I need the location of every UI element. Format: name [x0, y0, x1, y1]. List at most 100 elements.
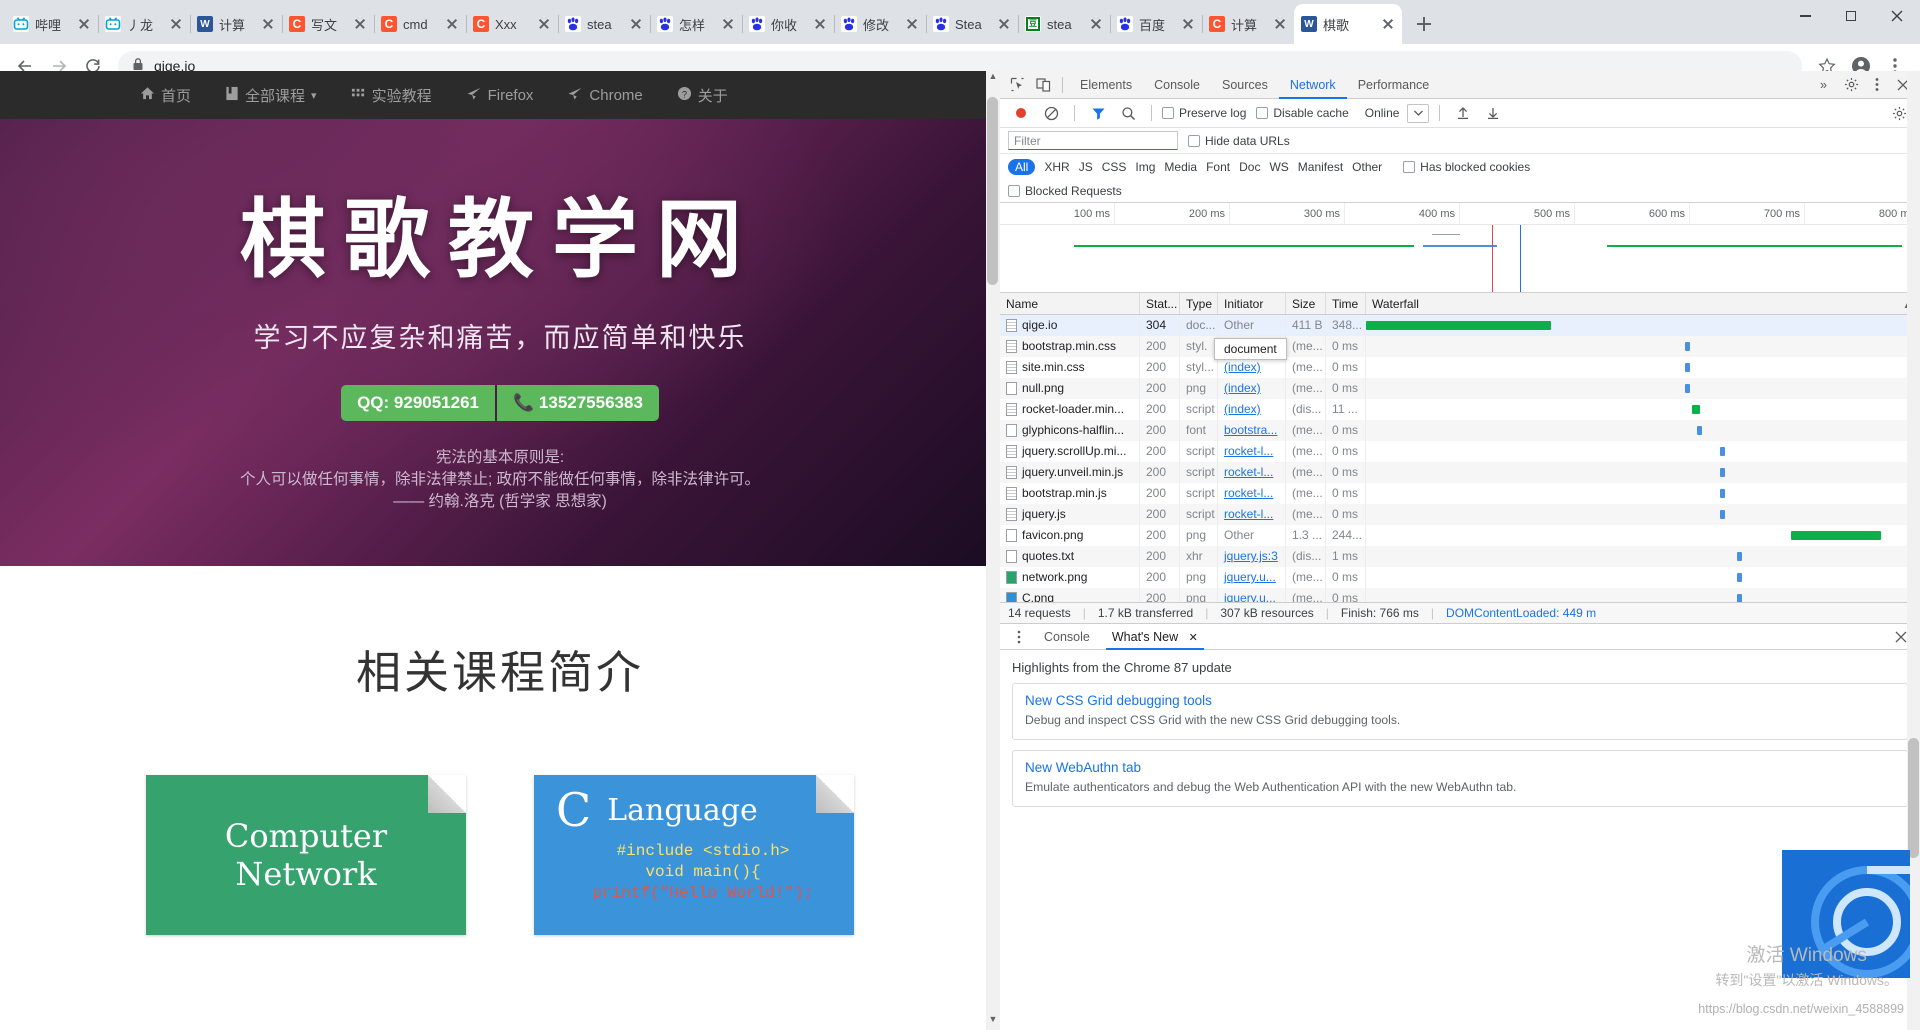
browser-tab[interactable]: stea — [558, 4, 651, 44]
drawer-tab-close-icon[interactable]: ✕ — [1189, 632, 1198, 644]
phone-badge[interactable]: 📞 13527556383 — [495, 385, 659, 421]
chevron-down-icon[interactable] — [1407, 103, 1430, 123]
request-row[interactable]: jquery.unveil.min.js 200 script rocket-l...… — [1000, 462, 1920, 483]
request-list[interactable]: qige.io 304 doc... Other 411 B 348... bootstra… — [1000, 315, 1920, 602]
devtools-tab-network[interactable]: Network — [1278, 71, 1347, 99]
tab-close-icon[interactable] — [1381, 17, 1395, 31]
close-button[interactable] — [1874, 0, 1920, 32]
request-row[interactable]: jquery.scrollUp.mi... 200 script rocket-l..… — [1000, 441, 1920, 462]
filter-icon[interactable] — [1085, 101, 1111, 125]
device-toolbar-icon[interactable] — [1030, 73, 1056, 97]
preserve-log-checkbox[interactable]: Preserve log — [1162, 106, 1246, 120]
record-icon[interactable] — [1008, 101, 1034, 125]
whats-new-card[interactable]: New CSS Grid debugging tools Debug and in… — [1012, 683, 1908, 740]
browser-tab[interactable]: 丿龙 — [98, 4, 191, 44]
course-card-c-language[interactable]: C Language #include <stdio.h> void main(… — [534, 775, 854, 935]
qq-badge[interactable]: QQ: 929051261 — [341, 385, 495, 421]
request-initiator[interactable]: bootstra... — [1218, 420, 1286, 441]
browser-tab[interactable]: 你收 — [742, 4, 835, 44]
maximize-button[interactable] — [1828, 0, 1874, 32]
column-header-time[interactable]: Time — [1326, 293, 1366, 314]
column-header-initiator[interactable]: Initiator — [1218, 293, 1286, 314]
browser-tab[interactable]: W 计算 — [190, 4, 283, 44]
kebab-icon[interactable] — [1864, 73, 1890, 97]
request-row[interactable]: site.min.css 200 styl... (index) (me... 0 ms — [1000, 357, 1920, 378]
tab-close-icon[interactable] — [445, 17, 459, 31]
tab-close-icon[interactable] — [353, 17, 367, 31]
devtools-scrollbar-thumb[interactable] — [1908, 738, 1919, 858]
drawer-tab-whats-new[interactable]: What's New ✕ — [1102, 624, 1208, 650]
request-initiator[interactable]: (index) — [1218, 378, 1286, 399]
site-nav-item-1[interactable]: 首页 — [140, 85, 191, 106]
page-scrollbar-thumb[interactable] — [987, 97, 998, 285]
site-nav-item-5[interactable]: Chrome — [567, 86, 643, 105]
tab-close-icon[interactable] — [77, 17, 91, 31]
request-initiator[interactable]: rocket-l... — [1218, 462, 1286, 483]
devtools-tab-elements[interactable]: Elements — [1069, 71, 1143, 99]
type-filter-font[interactable]: Font — [1206, 160, 1230, 174]
type-filter-img[interactable]: Img — [1135, 160, 1155, 174]
clear-icon[interactable] — [1038, 101, 1064, 125]
site-nav-item-2[interactable]: 全部课程 ▾ — [225, 85, 317, 106]
page-scrollbar[interactable]: ▲ ▼ — [986, 71, 1000, 1030]
devtools-tab-sources[interactable]: Sources — [1211, 71, 1279, 99]
blocked-requests-checkbox[interactable]: Blocked Requests — [1008, 184, 1122, 198]
request-initiator[interactable]: rocket-l... — [1218, 483, 1286, 504]
hide-data-urls-checkbox[interactable]: Hide data URLs — [1188, 134, 1290, 148]
throttling-select[interactable]: Online — [1361, 104, 1404, 123]
request-row[interactable]: bootstrap.min.js 200 script rocket-l... (me.… — [1000, 483, 1920, 504]
request-row[interactable]: jquery.js 200 script rocket-l... (me... 0 ms — [1000, 504, 1920, 525]
request-row[interactable]: quotes.txt 200 xhr jquery.js:3 (dis... 1 ms — [1000, 546, 1920, 567]
type-filter-ws[interactable]: WS — [1269, 160, 1288, 174]
request-initiator[interactable]: rocket-l... — [1218, 504, 1286, 525]
request-initiator[interactable]: jquery.u... — [1218, 567, 1286, 588]
network-overview[interactable]: 100 ms 200 ms 300 ms 400 ms 500 ms 600 ms 700 … — [1000, 203, 1920, 293]
type-filter-css[interactable]: CSS — [1102, 160, 1127, 174]
browser-tab[interactable]: 修改 — [834, 4, 927, 44]
tab-close-icon[interactable] — [261, 17, 275, 31]
browser-tab[interactable]: 怎样 — [650, 4, 743, 44]
has-blocked-cookies-checkbox[interactable]: Has blocked cookies — [1403, 160, 1530, 174]
request-initiator[interactable]: jquery.js:3 — [1218, 546, 1286, 567]
request-row[interactable]: null.png 200 png (index) (me... 0 ms — [1000, 378, 1920, 399]
browser-tab[interactable]: 豆 stea — [1018, 4, 1111, 44]
export-har-icon[interactable] — [1480, 101, 1506, 125]
site-nav-item-3[interactable]: 实验教程 — [351, 85, 432, 106]
browser-tab[interactable]: 哔哩 — [6, 4, 99, 44]
browser-tab[interactable]: C 写文 — [282, 4, 375, 44]
devtools-tab-console[interactable]: Console — [1143, 71, 1211, 99]
tab-close-icon[interactable] — [629, 17, 643, 31]
site-nav-item-4[interactable]: Firefox — [466, 86, 533, 105]
tab-close-icon[interactable] — [905, 17, 919, 31]
column-header-name[interactable]: Name — [1000, 293, 1140, 314]
request-row[interactable]: rocket-loader.min... 200 script (index) (dis… — [1000, 399, 1920, 420]
search-icon[interactable] — [1115, 101, 1141, 125]
request-initiator[interactable]: (index) — [1218, 357, 1286, 378]
devtools-tab-performance[interactable]: Performance — [1347, 71, 1441, 99]
type-filter-all[interactable]: All — [1008, 158, 1036, 175]
tab-close-icon[interactable] — [997, 17, 1011, 31]
request-row[interactable]: bootstrap.min.css 200 styl. (me... 0 ms — [1000, 336, 1920, 357]
column-header-waterfall[interactable]: Waterfall ▲ — [1366, 293, 1920, 314]
scroll-down-arrow[interactable]: ▼ — [986, 1014, 1000, 1030]
column-header-status[interactable]: Stat... — [1140, 293, 1180, 314]
request-row[interactable]: qige.io 304 doc... Other 411 B 348... — [1000, 315, 1920, 336]
whats-new-card[interactable]: New WebAuthn tab Emulate authenticators a… — [1012, 750, 1908, 807]
tab-close-icon[interactable] — [721, 17, 735, 31]
type-filter-xhr[interactable]: XHR — [1044, 160, 1069, 174]
scroll-up-arrow[interactable]: ▲ — [986, 71, 1000, 87]
disable-cache-checkbox[interactable]: Disable cache — [1256, 106, 1349, 120]
inspect-icon[interactable] — [1004, 73, 1030, 97]
browser-tab[interactable]: W 棋歌 — [1294, 4, 1402, 44]
request-row[interactable]: C.png 200 png jquery.u... (me... 0 ms — [1000, 588, 1920, 602]
tab-close-icon[interactable] — [1089, 17, 1103, 31]
request-row[interactable]: glyphicons-halflin... 200 font bootstra...(… — [1000, 420, 1920, 441]
browser-tab[interactable]: C 计算 — [1202, 4, 1295, 44]
import-har-icon[interactable] — [1450, 101, 1476, 125]
drawer-tab-console[interactable]: Console — [1034, 624, 1100, 650]
column-header-size[interactable]: Size — [1286, 293, 1326, 314]
request-initiator[interactable]: rocket-l... — [1218, 441, 1286, 462]
gear-icon[interactable] — [1838, 73, 1864, 97]
more-tabs-button[interactable]: » — [1809, 71, 1838, 99]
new-tab-button[interactable] — [1410, 10, 1438, 38]
